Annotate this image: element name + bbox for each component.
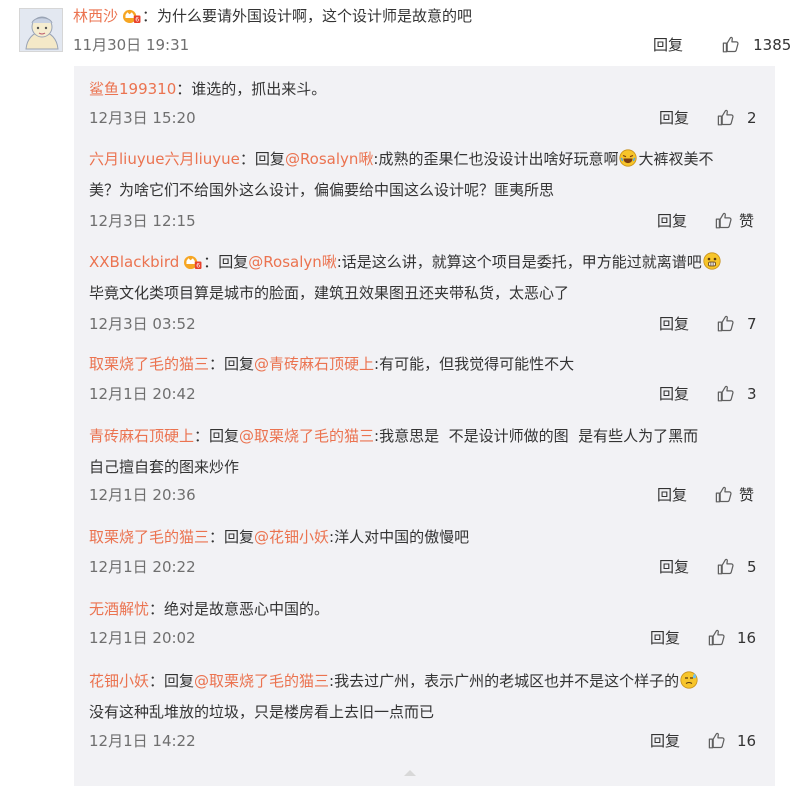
reply-time: 12月1日 20:42	[89, 385, 196, 403]
reply-actions: 回复 16	[650, 731, 756, 751]
reply-time: 12月3日 03:52	[89, 315, 196, 333]
mention-link[interactable]: @取栗烧了毛的猫三	[239, 427, 374, 445]
mention-link[interactable]: @Rosalyn啾	[285, 150, 373, 168]
reply-text: 无酒解忧：绝对是故意恶心中国的。	[89, 600, 330, 618]
avatar-cartoon-icon	[20, 9, 62, 51]
reply-button[interactable]: 回复	[650, 732, 680, 750]
member-crown-icon	[183, 253, 202, 270]
reply-item: 取栗烧了毛的猫三：回复@青砖麻石顶硬上:有可能，但我觉得可能性不大 12月1日 …	[89, 349, 775, 409]
reply-author[interactable]: 青砖麻石顶硬上	[89, 427, 194, 445]
reply-actions: 回复 3	[659, 384, 757, 404]
comment-time: 11月30日 19:31	[73, 36, 190, 54]
reply-button[interactable]: 回复	[650, 629, 680, 647]
reply-author[interactable]: 取栗烧了毛的猫三	[89, 355, 209, 373]
reply-text-line-2: 毕竟文化类项目算是城市的脸面，建筑丑效果图丑还夹带私货，太恶心了	[89, 284, 570, 302]
reply-time: 12月1日 20:36	[89, 486, 196, 504]
like-label: 赞	[739, 212, 755, 230]
thumb-up-icon[interactable]	[714, 485, 733, 504]
reply-actions: 回复 5	[659, 557, 757, 577]
like-count: 16	[737, 732, 757, 750]
reply-actions: 回复 赞	[657, 485, 754, 505]
reply-actions: 回复 7	[659, 314, 757, 334]
mention-link[interactable]: @取栗烧了毛的猫三	[194, 672, 329, 690]
reply-item: 青砖麻石顶硬上：回复@取栗烧了毛的猫三:我意思是 不是设计师做的图 是有些人为了…	[89, 421, 775, 511]
reply-author[interactable]: 无酒解忧	[89, 600, 149, 618]
replies-panel: 鲨鱼199310：谁选的，抓出来斗。 12月3日 15:20 回复 2 六月liu…	[74, 66, 775, 786]
like-label: 赞	[739, 486, 755, 504]
reply-item: 取栗烧了毛的猫三：回复@花钿小妖:洋人对中国的傲慢吧 12月1日 20:22 回…	[89, 522, 775, 582]
like-count: 1385	[753, 36, 792, 54]
reply-actions: 回复 赞	[657, 211, 754, 231]
reply-time: 12月1日 14:22	[89, 732, 196, 750]
comment-text: ：为什么要请外国设计啊，这个设计师是故意的吧	[142, 7, 473, 25]
reply-text-line-2: 没有这种乱堆放的垃圾，只是楼房看上去旧一点而已	[89, 703, 435, 721]
mention-link[interactable]: @青砖麻石顶硬上	[254, 355, 374, 373]
reply-button[interactable]: 回复	[659, 109, 689, 127]
caret-up-icon	[404, 770, 416, 776]
reply-text: 鲨鱼199310：谁选的，抓出来斗。	[89, 80, 327, 98]
like-count: 16	[737, 629, 757, 647]
reply-author[interactable]: 六月liuyue六月liuyue	[89, 150, 240, 168]
reply-text-line-1: 花钿小妖：回复@取栗烧了毛的猫三:我去过广州，表示广州的老城区也并不是这个样子的	[89, 666, 775, 697]
thumb-up-icon[interactable]	[707, 731, 726, 750]
reply-actions: 回复 2	[659, 108, 757, 128]
reply-actions: 回复 16	[650, 628, 756, 648]
thumb-up-icon[interactable]	[721, 35, 740, 54]
reply-time: 12月3日 15:20	[89, 109, 196, 127]
reply-item: 无酒解忧：绝对是故意恶心中国的。 12月1日 20:02 回复 16	[89, 594, 775, 654]
reply-text-line-1: 青砖麻石顶硬上：回复@取栗烧了毛的猫三:我意思是 不是设计师做的图 是有些人为了…	[89, 427, 699, 445]
comment-author[interactable]: 林西沙	[73, 7, 118, 25]
reply-author[interactable]: 鲨鱼199310	[89, 80, 176, 98]
sweat-emoji	[680, 671, 698, 689]
member-crown-icon	[122, 7, 141, 24]
reply-text: 取栗烧了毛的猫三：回复@青砖麻石顶硬上:有可能，但我觉得可能性不大	[89, 355, 575, 373]
reply-button[interactable]: 回复	[657, 486, 687, 504]
thumb-up-icon[interactable]	[716, 108, 735, 127]
like-count: 2	[747, 109, 757, 127]
mention-link[interactable]: @花钿小妖	[254, 528, 329, 546]
reply-button[interactable]: 回复	[659, 385, 689, 403]
reply-button[interactable]: 回复	[659, 558, 689, 576]
reply-item: XXBlackbird ：回复@Rosalyn啾:话是这么讲，就算这个项目是委托，…	[89, 247, 775, 337]
like-count: 3	[747, 385, 757, 403]
reply-author[interactable]: XXBlackbird	[89, 253, 179, 271]
like-count: 5	[747, 558, 757, 576]
thumb-up-icon[interactable]	[714, 211, 733, 230]
reply-time: 12月1日 20:22	[89, 558, 196, 576]
reply-time: 12月3日 12:15	[89, 212, 196, 230]
like-count: 7	[747, 315, 757, 333]
reply-text-line-2: 美？为啥它们不给国外这么设计，偏偏要给中国这么设计呢？匪夷所思	[89, 181, 555, 199]
main-comment-text-line: 林西沙 ：为什么要请外国设计啊，这个设计师是故意的吧	[73, 6, 472, 26]
mention-link[interactable]: @Rosalyn啾	[248, 253, 336, 271]
thumb-up-icon[interactable]	[716, 557, 735, 576]
shocked-emoji	[703, 252, 721, 270]
reply-author[interactable]: 花钿小妖	[89, 672, 149, 690]
thumb-up-icon[interactable]	[716, 384, 735, 403]
reply-text-line-2: 自己擅自套的图来炒作	[89, 458, 240, 476]
thumb-up-icon[interactable]	[707, 628, 726, 647]
reply-item: 鲨鱼199310：谁选的，抓出来斗。 12月3日 15:20 回复 2	[89, 74, 775, 134]
laugh-cry-emoji	[619, 149, 637, 167]
thumb-up-icon[interactable]	[716, 314, 735, 333]
reply-text-line-1: XXBlackbird ：回复@Rosalyn啾:话是这么讲，就算这个项目是委托，…	[89, 247, 775, 278]
reply-author[interactable]: 取栗烧了毛的猫三	[89, 528, 209, 546]
reply-button[interactable]: 回复	[659, 315, 689, 333]
reply-item: 花钿小妖：回复@取栗烧了毛的猫三:我去过广州，表示广州的老城区也并不是这个样子的…	[89, 666, 775, 756]
reply-button[interactable]: 回复	[657, 212, 687, 230]
reply-text: 取栗烧了毛的猫三：回复@花钿小妖:洋人对中国的傲慢吧	[89, 528, 470, 546]
reply-item: 六月liuyue六月liuyue：回复@Rosalyn啾:成熟的歪果仁也没设计出…	[89, 144, 775, 234]
reply-text-line-1: 六月liuyue六月liuyue：回复@Rosalyn啾:成熟的歪果仁也没设计出…	[89, 149, 714, 168]
comment-actions: 回复 1385	[653, 35, 791, 55]
reply-button[interactable]: 回复	[653, 36, 683, 54]
main-comment: 林西沙 ：为什么要请外国设计啊，这个设计师是故意的吧 11月30日 19:31 回…	[0, 0, 793, 66]
avatar[interactable]	[19, 8, 63, 52]
reply-time: 12月1日 20:02	[89, 629, 196, 647]
